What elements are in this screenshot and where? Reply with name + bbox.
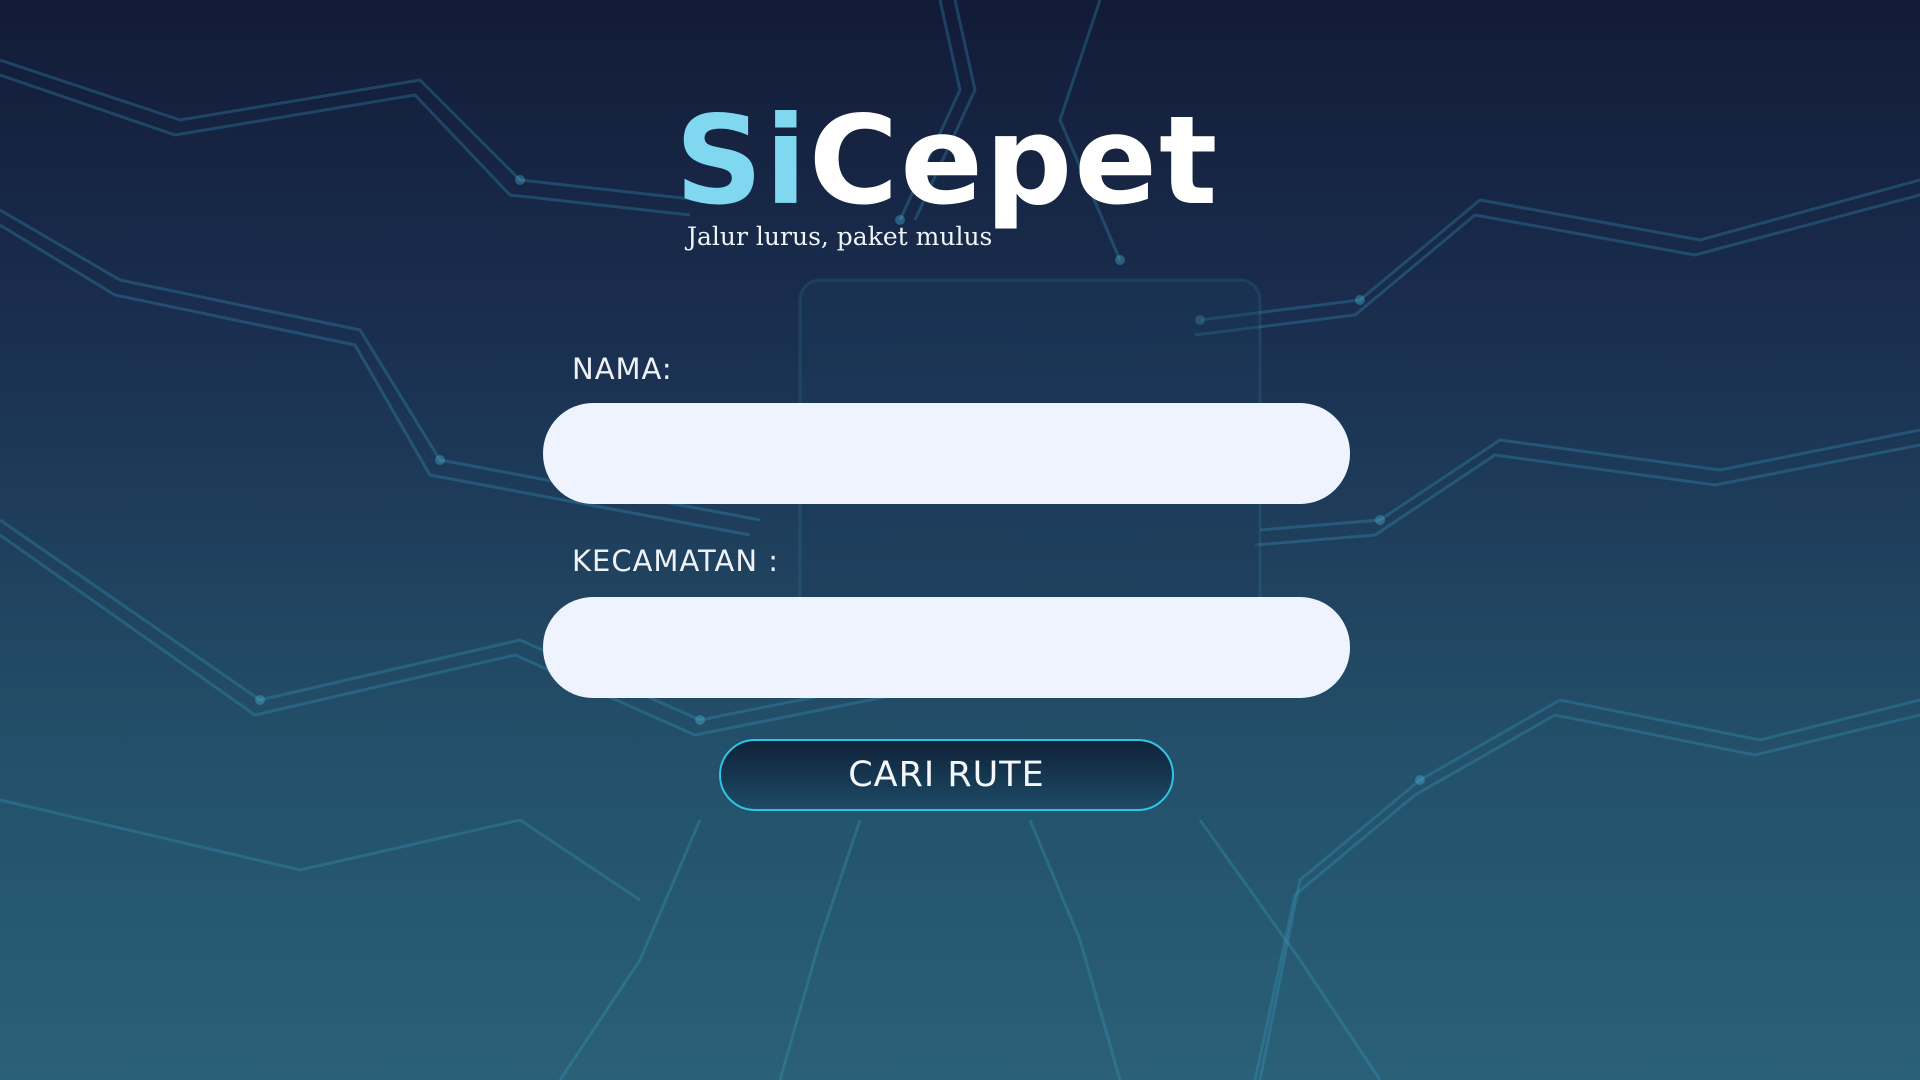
- kecamatan-input[interactable]: [543, 597, 1350, 698]
- tagline: Jalur lurus, paket mulus: [687, 222, 993, 251]
- logo-cepet-text: Cepet: [808, 90, 1220, 232]
- nama-label: NAMA:: [572, 352, 673, 386]
- logo-si-text: Si: [675, 90, 809, 232]
- cari-rute-button[interactable]: CARI RUTE: [719, 739, 1174, 811]
- nama-input[interactable]: [543, 403, 1350, 504]
- kecamatan-label: KECAMATAN :: [572, 544, 780, 578]
- app-logo: SiCepet: [675, 100, 1219, 222]
